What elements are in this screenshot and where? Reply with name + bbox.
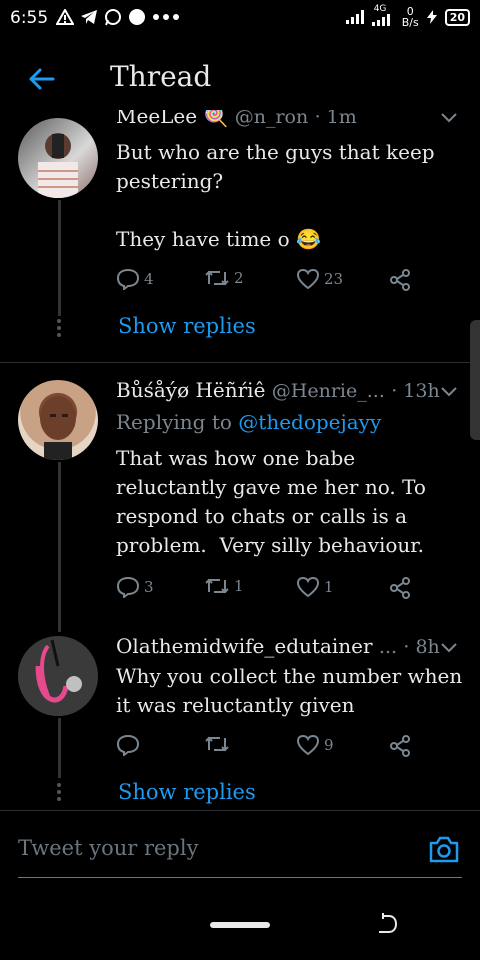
- reply-icon: [116, 268, 140, 290]
- tweet-author: Bůśåýø Hëñŕiê @Henrie_... · 13h: [116, 378, 440, 402]
- like-button[interactable]: 23: [296, 268, 343, 290]
- charging-icon: [426, 10, 437, 24]
- retweet-button[interactable]: 2: [204, 268, 244, 288]
- like-count: 1: [324, 578, 334, 596]
- retweet-icon: [205, 270, 229, 286]
- more-dots-icon: [153, 14, 179, 20]
- tweet-body: Why you collect the number when it was r…: [116, 664, 469, 717]
- like-button[interactable]: 9: [296, 734, 334, 756]
- tweet-author: Olathemidwife_edutainer ... · 8h: [116, 634, 440, 658]
- reply-count: 3: [144, 578, 154, 596]
- network-speed: 0 B/s: [402, 6, 419, 28]
- camera-icon[interactable]: [428, 834, 460, 864]
- share-icon: [390, 269, 410, 291]
- reply-count: 4: [144, 270, 154, 288]
- status-right: 4G 0 B/s 20: [345, 4, 470, 28]
- reply-composer[interactable]: Tweet your reply: [0, 812, 480, 892]
- signal-icon: [345, 10, 364, 24]
- network-type: 4G: [373, 4, 387, 14]
- replying-to: Replying to @thedopejayy: [116, 410, 381, 434]
- author-handle: @n_ron: [234, 110, 309, 128]
- replying-label: Replying to: [116, 410, 232, 434]
- like-button[interactable]: 1: [296, 576, 334, 598]
- tweet-1[interactable]: MeeLee 🍭 @n_ron · 1m But who are the guy…: [0, 110, 480, 362]
- tweet-actions: 4 2 23: [116, 268, 436, 294]
- tweet-time: · 8h: [403, 636, 440, 658]
- reply-icon: [116, 576, 140, 598]
- chevron-down-icon[interactable]: [440, 642, 458, 654]
- avatar[interactable]: [18, 118, 98, 198]
- retweet-icon: [205, 736, 229, 752]
- chevron-down-icon[interactable]: [440, 386, 458, 398]
- tweet-time: · 1m: [314, 110, 357, 128]
- reply-underline: [18, 877, 462, 878]
- share-button[interactable]: [388, 268, 412, 292]
- retweet-count: 1: [234, 577, 244, 595]
- heart-icon: [296, 734, 320, 756]
- share-button[interactable]: [388, 734, 412, 758]
- reply-icon: [116, 734, 140, 756]
- thread-line: [58, 462, 61, 632]
- page-title: Thread: [110, 60, 212, 93]
- warning-icon: [56, 9, 74, 25]
- divider: [0, 810, 480, 811]
- status-bar: 6:55 4G 0 B/s 20: [0, 0, 480, 36]
- network-signal: 4G: [371, 4, 394, 26]
- tweet-2[interactable]: Bůśåýø Hëñŕiê @Henrie_... · 13h Replying…: [0, 378, 480, 632]
- reply-button[interactable]: [116, 734, 144, 756]
- home-gesture-pill[interactable]: [210, 922, 270, 928]
- like-count: 23: [324, 270, 344, 288]
- telegram-icon: [81, 10, 97, 24]
- heart-icon: [296, 268, 320, 290]
- show-replies-link[interactable]: Show replies: [118, 314, 256, 338]
- share-icon: [390, 735, 410, 757]
- reply-input[interactable]: Tweet your reply: [18, 836, 198, 860]
- author-name: MeeLee 🍭: [116, 110, 229, 128]
- notification-icons: [56, 8, 180, 26]
- battery-icon: 20: [444, 8, 470, 26]
- avatar[interactable]: [18, 380, 98, 460]
- tweet-body: But who are the guys that keep pestering…: [116, 140, 435, 251]
- author-handle: ...: [378, 636, 398, 658]
- tweet-actions: 3 1 1: [116, 576, 436, 602]
- chevron-down-icon[interactable]: [440, 112, 458, 124]
- system-nav-bar: [0, 900, 480, 960]
- author-handle: @Henrie_...: [271, 380, 385, 402]
- reply-button[interactable]: 3: [116, 576, 154, 598]
- tweet-body: That was how one babe reluctantly gave m…: [116, 446, 433, 557]
- replying-handle[interactable]: @thedopejayy: [238, 410, 381, 434]
- signal-icon-2: [371, 14, 390, 26]
- share-icon: [390, 577, 410, 599]
- share-button[interactable]: [388, 576, 412, 600]
- back-arrow-icon[interactable]: [26, 64, 56, 94]
- retweet-count: 2: [234, 269, 244, 287]
- status-time: 6:55: [10, 8, 49, 28]
- tweet-actions: 9: [116, 734, 436, 760]
- tweet-time: · 13h: [391, 380, 440, 402]
- retweet-icon: [205, 578, 229, 594]
- like-count: 9: [324, 736, 334, 754]
- tweet-3[interactable]: Olathemidwife_edutainer ... · 8h Why you…: [0, 634, 480, 810]
- speed-unit: B/s: [401, 16, 419, 29]
- retweet-button[interactable]: [204, 734, 234, 754]
- show-replies-link[interactable]: Show replies: [118, 780, 256, 804]
- author-name: Olathemidwife_edutainer: [116, 634, 373, 658]
- circle-icon: [129, 9, 145, 25]
- thread-line: [58, 718, 61, 778]
- heart-icon: [296, 576, 320, 598]
- thread-dots: [55, 780, 63, 804]
- author-name: Bůśåýø Hëñŕiê: [116, 378, 266, 402]
- whatsapp-icon: [105, 9, 121, 26]
- scrollbar[interactable]: [470, 320, 480, 440]
- tweet-author: MeeLee 🍭 @n_ron · 1m: [116, 110, 357, 132]
- avatar[interactable]: [18, 636, 98, 716]
- thread-line: [58, 200, 61, 316]
- thread-dots: [55, 316, 63, 340]
- retweet-button[interactable]: 1: [204, 576, 244, 596]
- app-bar: Thread: [0, 36, 480, 120]
- system-back-icon[interactable]: [375, 912, 399, 936]
- divider: [0, 362, 480, 363]
- reply-button[interactable]: 4: [116, 268, 154, 290]
